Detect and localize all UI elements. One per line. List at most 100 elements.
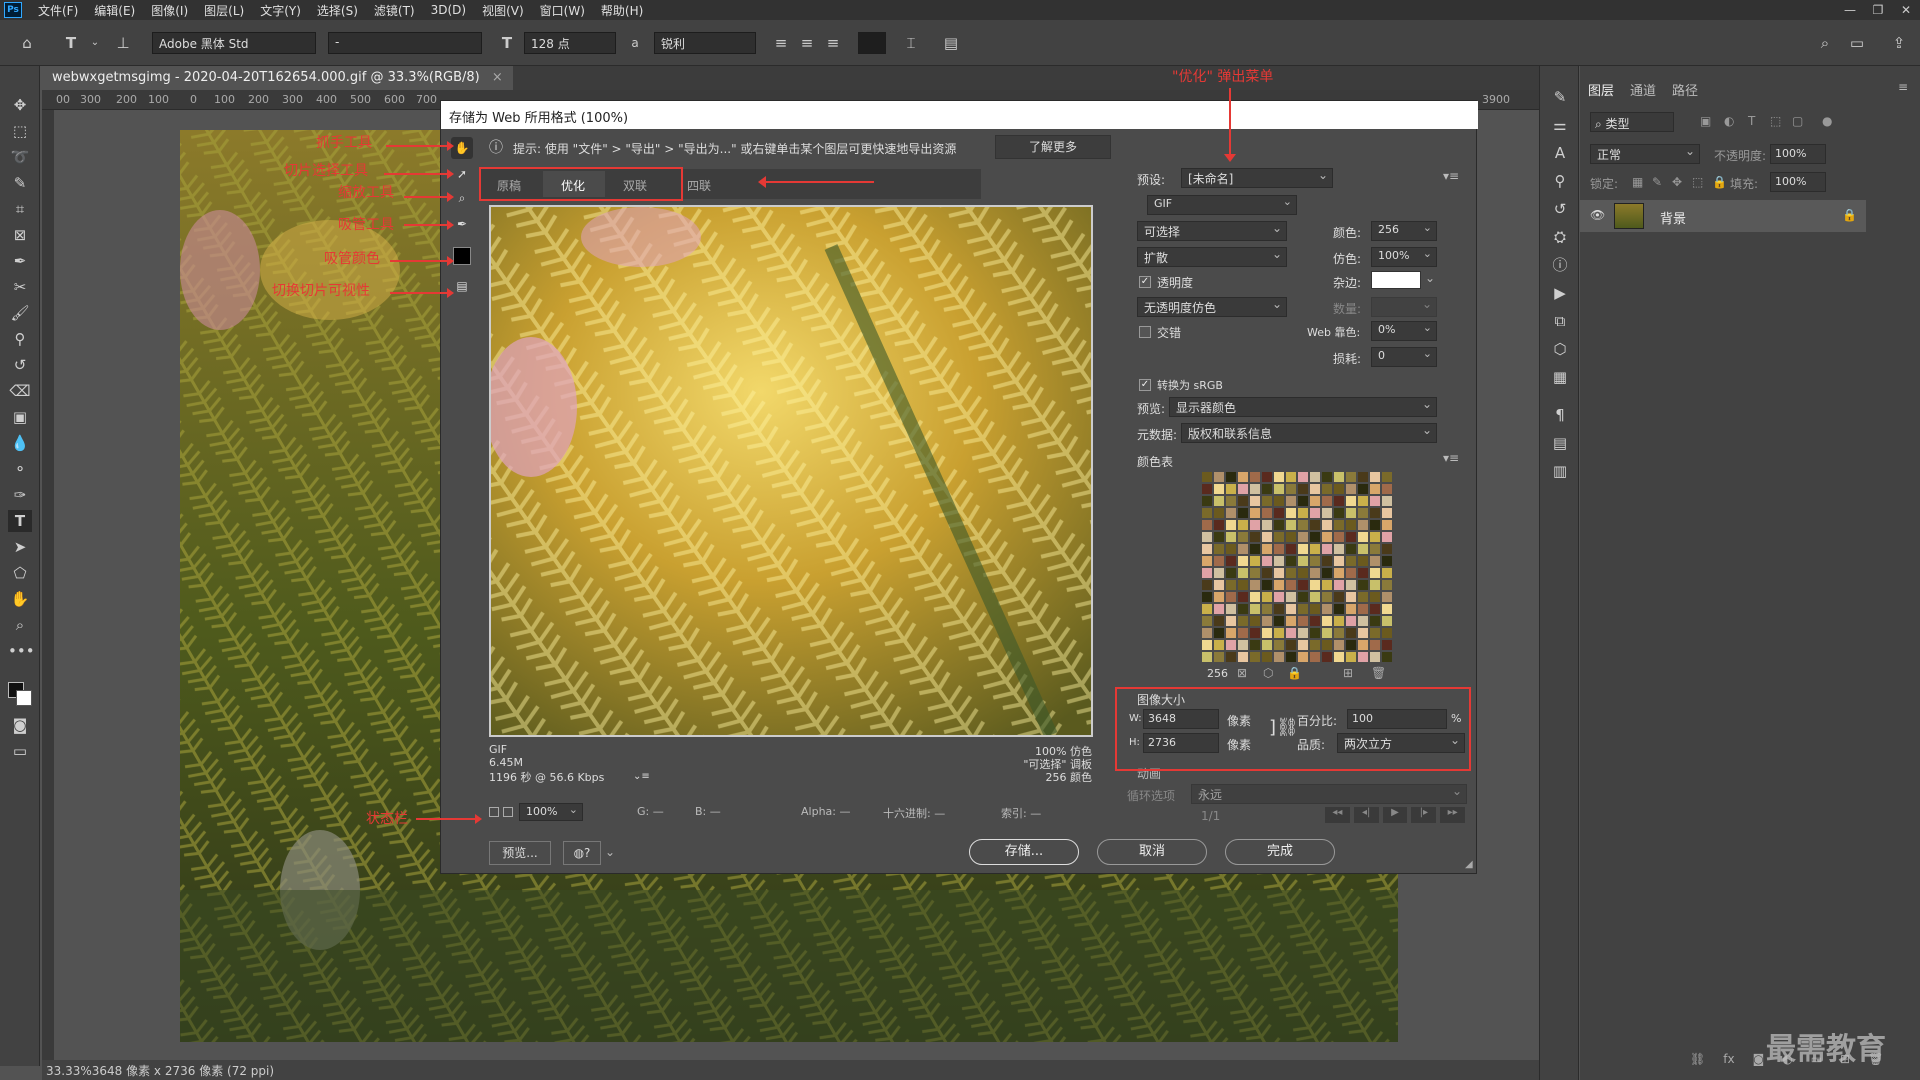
color-swatch[interactable] — [1213, 471, 1225, 483]
color-swatch[interactable] — [1357, 567, 1369, 579]
share-icon[interactable]: ⇪ — [1888, 32, 1910, 54]
color-swatch[interactable] — [1345, 507, 1357, 519]
loop-select[interactable]: 永远 — [1191, 784, 1467, 804]
lock-transparent-icon[interactable]: ▦ — [1632, 175, 1643, 189]
eyedropper-tool-icon[interactable]: ✒ — [8, 250, 32, 272]
color-swatch[interactable] — [1285, 471, 1297, 483]
color-swatch[interactable] — [1249, 591, 1261, 603]
color-swatch[interactable] — [1225, 615, 1237, 627]
color-swatch[interactable] — [1321, 651, 1333, 663]
layer-filter-select[interactable]: ⌕ 类型 — [1590, 112, 1674, 132]
color-swatch[interactable] — [1273, 579, 1285, 591]
color-swatch[interactable] — [1249, 567, 1261, 579]
menu-type[interactable]: 文字(Y) — [252, 2, 309, 19]
matte-color-swatch[interactable] — [1371, 271, 1421, 289]
learn-more-button[interactable]: 了解更多 — [995, 135, 1111, 159]
dither-amount-select[interactable]: 100% — [1371, 247, 1437, 267]
color-swatch[interactable] — [1297, 483, 1309, 495]
color-swatch[interactable] — [1213, 603, 1225, 615]
play-icon[interactable]: ▶ — [1382, 807, 1408, 823]
chevron-down-icon[interactable]: ⌄ — [84, 32, 106, 54]
font-family-select[interactable]: Adobe 黑体 Std — [152, 32, 316, 54]
color-swatch[interactable] — [1369, 639, 1381, 651]
color-swatch[interactable] — [1345, 615, 1357, 627]
type-tool-icon[interactable]: T — [8, 510, 32, 532]
fx-icon[interactable]: fx — [1723, 1052, 1734, 1066]
color-swatch[interactable] — [1225, 591, 1237, 603]
color-swatch[interactable] — [1333, 591, 1345, 603]
color-swatch[interactable] — [1225, 531, 1237, 543]
color-swatch[interactable] — [1369, 471, 1381, 483]
character-icon[interactable]: A — [1548, 142, 1572, 164]
color-swatch[interactable] — [1237, 507, 1249, 519]
hand-tool-icon[interactable]: ✋ — [451, 137, 473, 159]
optimize-menu-icon[interactable]: ▾≡ — [1443, 169, 1459, 183]
color-swatch[interactable] — [1285, 651, 1297, 663]
filter-smart-icon[interactable]: ▢ — [1792, 114, 1803, 128]
color-swatch[interactable] — [1345, 627, 1357, 639]
colors-select[interactable]: 256 — [1371, 221, 1437, 241]
color-swatch[interactable] — [1369, 615, 1381, 627]
color-swatch[interactable] — [1369, 507, 1381, 519]
lock-brush-icon[interactable]: ✎ — [1652, 175, 1662, 189]
color-swatch[interactable] — [1369, 567, 1381, 579]
color-swatch[interactable] — [1297, 639, 1309, 651]
color-swatch[interactable] — [1321, 483, 1333, 495]
color-swatch[interactable] — [1309, 603, 1321, 615]
color-swatch[interactable] — [1321, 627, 1333, 639]
color-swatch[interactable] — [1321, 543, 1333, 555]
pen-tool-icon[interactable]: ✑ — [8, 484, 32, 506]
color-swatch[interactable] — [1237, 615, 1249, 627]
color-swatch[interactable] — [1213, 555, 1225, 567]
lossy-select[interactable]: 0 — [1371, 347, 1437, 367]
lock-color-icon[interactable]: 🔒 — [1287, 666, 1302, 680]
filter-shape-icon[interactable]: ⬚ — [1770, 114, 1781, 128]
color-swatch[interactable] — [1321, 531, 1333, 543]
color-swatch[interactable] — [1213, 531, 1225, 543]
font-style-select[interactable]: - — [328, 32, 482, 54]
frame-tool-icon[interactable]: ⊠ — [8, 224, 32, 246]
color-swatch[interactable] — [1237, 603, 1249, 615]
format-select[interactable]: GIF — [1147, 195, 1297, 215]
color-swatch[interactable] — [1201, 507, 1213, 519]
color-swatch[interactable] — [1261, 483, 1273, 495]
color-swatch[interactable] — [1249, 471, 1261, 483]
color-swatch[interactable] — [1201, 567, 1213, 579]
color-swatch[interactable] — [1321, 639, 1333, 651]
marquee-tool-icon[interactable]: ⬚ — [8, 120, 32, 142]
workspace-icon[interactable]: ▭ — [1846, 32, 1868, 54]
color-swatch[interactable] — [1357, 471, 1369, 483]
color-swatch[interactable] — [1297, 507, 1309, 519]
color-swatch[interactable] — [1357, 519, 1369, 531]
glyphs-icon[interactable]: ▤ — [1548, 432, 1572, 454]
preview-color-select[interactable]: 显示器颜色 — [1169, 397, 1437, 417]
history-icon[interactable]: ↺ — [1548, 198, 1572, 220]
opacity-field[interactable]: 100% — [1770, 144, 1826, 164]
websnap-select[interactable]: 0% — [1371, 321, 1437, 341]
menu-help[interactable]: 帮助(H) — [593, 2, 651, 19]
link-layers-icon[interactable]: ⛓ — [1690, 1052, 1705, 1066]
resize-grip-icon[interactable]: ◢ — [1465, 859, 1473, 870]
color-swatch[interactable] — [1237, 591, 1249, 603]
chevron-down-icon[interactable]: ⌄ — [605, 845, 615, 859]
color-swatch[interactable] — [1309, 567, 1321, 579]
color-swatch[interactable] — [1297, 579, 1309, 591]
menu-view[interactable]: 视图(V) — [474, 2, 532, 19]
color-swatch[interactable] — [1381, 531, 1393, 543]
tab-layers[interactable]: 图层 — [1588, 80, 1614, 99]
color-swatch[interactable] — [1261, 639, 1273, 651]
color-swatch[interactable] — [1333, 639, 1345, 651]
color-swatch[interactable] — [1309, 543, 1321, 555]
stamp-tool-icon[interactable]: ⚲ — [8, 328, 32, 350]
color-swatch[interactable] — [1321, 591, 1333, 603]
color-swatch[interactable] — [1357, 651, 1369, 663]
blur-tool-icon[interactable]: 💧 — [8, 432, 32, 454]
lasso-tool-icon[interactable]: ➰ — [8, 146, 32, 168]
color-swatch[interactable] — [1357, 603, 1369, 615]
color-swatch[interactable] — [1261, 531, 1273, 543]
color-swatch[interactable] — [1249, 639, 1261, 651]
color-swatch[interactable] — [1357, 483, 1369, 495]
color-swatch[interactable] — [1225, 627, 1237, 639]
color-swatch[interactable] — [1261, 519, 1273, 531]
color-swatch[interactable] — [1201, 615, 1213, 627]
